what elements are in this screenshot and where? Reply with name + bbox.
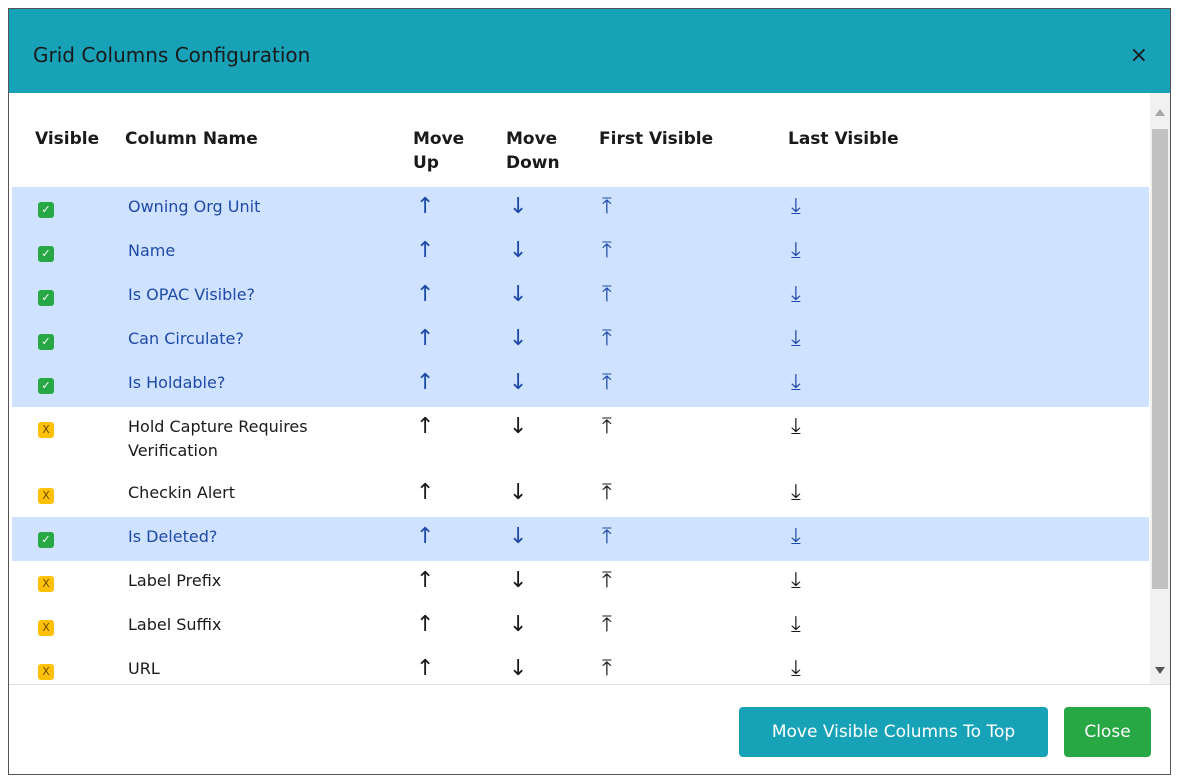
close-icon[interactable]: × [1130,45,1148,67]
first-visible-icon[interactable]: ⤒ [602,613,612,637]
column-name: Can Circulate? [128,329,244,348]
last-visible-icon[interactable]: ⤓ [791,283,801,307]
visible-checked-icon[interactable]: ✓ [38,334,54,350]
visible-unchecked-icon[interactable]: X [38,422,54,438]
first-visible-icon[interactable]: ⤒ [602,371,612,395]
first-visible-icon[interactable]: ⤒ [602,239,612,263]
move-visible-columns-to-top-button[interactable]: Move Visible Columns To Top [739,707,1048,757]
column-row: ✓ Owning Org Unit ↑ ↓ ⤒ ⤓ [12,187,1149,231]
header-move-down-line2: Down [506,153,560,173]
move-down-icon[interactable]: ↓ [509,569,527,593]
column-row: ✓ Is OPAC Visible? ↑ ↓ ⤒ ⤓ [12,275,1149,319]
move-down-icon[interactable]: ↓ [509,657,527,681]
column-row: ✓ Name ↑ ↓ ⤒ ⤓ [12,231,1149,275]
column-row: X Checkin Alert ↑ ↓ ⤒ ⤓ [12,473,1149,517]
move-up-icon[interactable]: ↑ [416,327,434,351]
close-button[interactable]: Close [1064,707,1151,757]
vertical-scrollbar[interactable] [1150,93,1170,684]
column-name: Is OPAC Visible? [128,285,256,304]
move-up-icon[interactable]: ↑ [416,371,434,395]
visible-unchecked-icon[interactable]: X [38,488,54,504]
dialog-footer: Move Visible Columns To Top Close [9,684,1170,774]
first-visible-icon[interactable]: ⤒ [602,327,612,351]
move-up-icon[interactable]: ↑ [416,415,434,439]
column-row: ✓ Is Holdable? ↑ ↓ ⤒ ⤓ [12,363,1149,407]
move-down-icon[interactable]: ↓ [509,327,527,351]
visible-checked-icon[interactable]: ✓ [38,290,54,306]
move-down-icon[interactable]: ↓ [509,371,527,395]
column-name: Label Suffix [128,615,222,634]
visible-unchecked-icon[interactable]: X [38,664,54,680]
first-visible-icon[interactable]: ⤒ [602,481,612,505]
move-down-icon[interactable]: ↓ [509,239,527,263]
dialog-title: Grid Columns Configuration [33,43,311,67]
column-name: Hold Capture Requires Verification [128,417,308,460]
last-visible-icon[interactable]: ⤓ [791,569,801,593]
header-move-up: Move Up [413,127,464,175]
move-down-icon[interactable]: ↓ [509,481,527,505]
column-name: Name [128,241,176,260]
visible-unchecked-icon[interactable]: X [38,620,54,636]
visible-unchecked-icon[interactable]: X [38,576,54,592]
column-name: URL [128,659,160,678]
first-visible-icon[interactable]: ⤒ [602,283,612,307]
column-row: X URL ↑ ↓ ⤒ ⤓ [12,649,1149,684]
column-name: Is Deleted? [128,527,218,546]
column-name: Owning Org Unit [128,197,261,216]
column-row: ✓ Is Deleted? ↑ ↓ ⤒ ⤓ [12,517,1149,561]
last-visible-icon[interactable]: ⤓ [791,327,801,351]
grid-columns-config-dialog: Grid Columns Configuration × Visible Col… [8,8,1171,775]
move-down-icon[interactable]: ↓ [509,283,527,307]
last-visible-icon[interactable]: ⤓ [791,371,801,395]
move-down-icon[interactable]: ↓ [509,195,527,219]
scroll-down-icon[interactable] [1155,667,1165,674]
last-visible-icon[interactable]: ⤓ [791,415,801,439]
last-visible-icon[interactable]: ⤓ [791,239,801,263]
move-down-icon[interactable]: ↓ [509,525,527,549]
first-visible-icon[interactable]: ⤒ [602,657,612,681]
visible-checked-icon[interactable]: ✓ [38,202,54,218]
column-name: Label Prefix [128,571,222,590]
move-up-icon[interactable]: ↑ [416,569,434,593]
column-row: X Label Prefix ↑ ↓ ⤒ ⤓ [12,561,1149,605]
column-name: Is Holdable? [128,373,226,392]
first-visible-icon[interactable]: ⤒ [602,195,612,219]
scroll-up-icon[interactable] [1155,109,1165,116]
dialog-header: Grid Columns Configuration × [9,9,1170,93]
scroll-thumb[interactable] [1152,129,1168,589]
column-row: X Label Suffix ↑ ↓ ⤒ ⤓ [12,605,1149,649]
visible-checked-icon[interactable]: ✓ [38,378,54,394]
move-down-icon[interactable]: ↓ [509,415,527,439]
move-up-icon[interactable]: ↑ [416,613,434,637]
columns-table: Visible Column Name Move Up Move Down Fi… [9,93,1152,684]
move-up-icon[interactable]: ↑ [416,283,434,307]
move-up-icon[interactable]: ↑ [416,481,434,505]
last-visible-icon[interactable]: ⤓ [791,525,801,549]
first-visible-icon[interactable]: ⤒ [602,525,612,549]
visible-checked-icon[interactable]: ✓ [38,532,54,548]
move-up-icon[interactable]: ↑ [416,657,434,681]
move-up-icon[interactable]: ↑ [416,525,434,549]
last-visible-icon[interactable]: ⤓ [791,613,801,637]
visible-checked-icon[interactable]: ✓ [38,246,54,262]
column-name: Checkin Alert [128,483,235,502]
last-visible-icon[interactable]: ⤓ [791,657,801,681]
header-visible: Visible [35,129,100,149]
first-visible-icon[interactable]: ⤒ [602,415,612,439]
column-row: X Hold Capture Requires Verification ↑ ↓ ⤒ ⤓ [12,407,1149,473]
last-visible-icon[interactable]: ⤓ [791,195,801,219]
move-up-icon[interactable]: ↑ [416,239,434,263]
header-column-name: Column Name [125,129,258,149]
move-down-icon[interactable]: ↓ [509,613,527,637]
first-visible-icon[interactable]: ⤒ [602,569,612,593]
header-move-down: Move Down [506,127,560,175]
header-move-up-line2: Up [413,153,439,173]
header-first-visible: First Visible [599,129,714,149]
header-move-up-line1: Move [413,129,465,149]
last-visible-icon[interactable]: ⤓ [791,481,801,505]
header-last-visible: Last Visible [788,129,899,149]
header-move-down-line1: Move [506,129,558,149]
move-up-icon[interactable]: ↑ [416,195,434,219]
column-row: ✓ Can Circulate? ↑ ↓ ⤒ ⤓ [12,319,1149,363]
